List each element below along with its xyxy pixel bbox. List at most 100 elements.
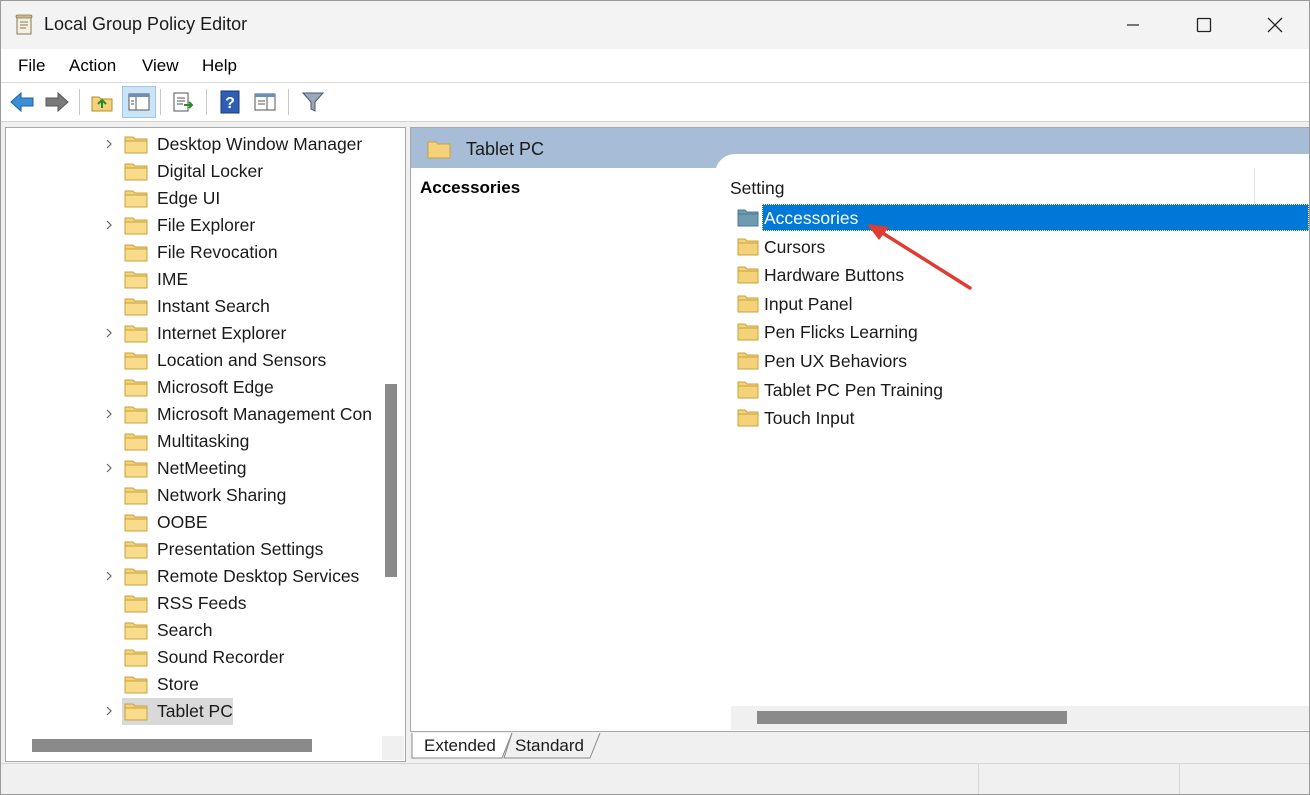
properties-button[interactable] xyxy=(252,89,278,115)
view-tabs: Extended Standard xyxy=(410,733,1308,759)
column-header-setting[interactable]: Setting xyxy=(730,178,784,199)
tree-item[interactable]: OOBE xyxy=(6,509,382,536)
tree-horizontal-scrollbar-thumb[interactable] xyxy=(32,739,312,752)
details-scrollbar-thumb[interactable] xyxy=(757,711,1067,724)
forward-icon xyxy=(45,91,69,113)
tree-item-label: Edge UI xyxy=(157,188,221,208)
tree-item[interactable]: Location and Sensors xyxy=(6,347,382,374)
folder-icon xyxy=(124,217,148,235)
folder-icon xyxy=(124,649,148,667)
folder-icon xyxy=(737,209,759,227)
setting-list-item[interactable]: Pen UX Behaviors xyxy=(735,347,1309,375)
tree-item[interactable]: Tablet PC xyxy=(6,698,382,725)
maximize-button[interactable] xyxy=(1169,1,1239,49)
tree-item[interactable]: Instant Search xyxy=(6,293,382,320)
folder-icon xyxy=(737,352,759,370)
tree-item[interactable]: IME xyxy=(6,266,382,293)
tree-item[interactable]: Store xyxy=(6,671,382,698)
folder-icon xyxy=(124,622,148,640)
show-hide-tree-button[interactable] xyxy=(122,86,156,118)
status-divider xyxy=(978,764,979,794)
folder-icon xyxy=(737,266,759,284)
tree-item-label: Network Sharing xyxy=(157,485,287,505)
setting-list-item[interactable]: Tablet PC Pen Training xyxy=(735,376,1309,404)
tree-item[interactable]: Microsoft Management Con xyxy=(6,401,382,428)
tree-item[interactable]: NetMeeting xyxy=(6,455,382,482)
setting-list-item[interactable]: Input Panel xyxy=(735,290,1309,318)
tree-item[interactable]: Remote Desktop Services xyxy=(6,563,382,590)
tree-item[interactable]: Search xyxy=(6,617,382,644)
tree-item[interactable]: Internet Explorer xyxy=(6,320,382,347)
chevron-right-icon[interactable] xyxy=(103,327,115,339)
tree-item-label: File Revocation xyxy=(157,242,278,262)
forward-button[interactable] xyxy=(44,89,70,115)
tree-item[interactable]: RSS Feeds xyxy=(6,590,382,617)
tree-item-label: OOBE xyxy=(157,512,208,532)
folder-icon xyxy=(124,433,148,451)
setting-list-item[interactable]: Hardware Buttons xyxy=(735,261,1309,289)
minimize-button[interactable] xyxy=(1098,1,1168,49)
close-button[interactable] xyxy=(1240,1,1309,49)
tree-item[interactable]: Multitasking xyxy=(6,428,382,455)
maximize-icon xyxy=(1196,17,1212,33)
tree-item[interactable]: Edge UI xyxy=(6,185,382,212)
toolbar-separator xyxy=(288,89,289,115)
tree-item-label: Search xyxy=(157,620,213,640)
up-folder-button[interactable] xyxy=(89,89,115,115)
menu-help[interactable]: Help xyxy=(202,56,237,76)
tree-item-label: Internet Explorer xyxy=(157,323,287,343)
tree-item-label: NetMeeting xyxy=(157,458,247,478)
tree-item[interactable]: Digital Locker xyxy=(6,158,382,185)
description-title: Accessories xyxy=(420,178,521,197)
filter-button[interactable] xyxy=(300,89,326,115)
tab-extended-label: Extended xyxy=(424,736,496,755)
back-button[interactable] xyxy=(9,89,35,115)
folder-icon xyxy=(124,595,148,613)
chevron-right-icon[interactable] xyxy=(103,219,115,231)
status-bar xyxy=(1,763,1309,794)
folder-icon xyxy=(124,244,148,262)
tree-scrollbar-thumb[interactable] xyxy=(385,384,397,577)
tree-item[interactable]: Presentation Settings xyxy=(6,536,382,563)
folder-icon xyxy=(124,190,148,208)
main-window: Local Group Policy Editor File Action Vi… xyxy=(0,0,1310,795)
tree-item[interactable]: Desktop Window Manager xyxy=(6,131,382,158)
folder-icon xyxy=(124,163,148,181)
tree-item-label: File Explorer xyxy=(157,215,256,235)
properties-icon xyxy=(254,93,276,111)
folder-icon xyxy=(124,460,148,478)
chevron-right-icon[interactable] xyxy=(103,705,115,717)
help-button[interactable]: ? xyxy=(217,89,243,115)
menu-action[interactable]: Action xyxy=(69,56,116,76)
tree-pane: Desktop Window Manager Digital Locker Edge… xyxy=(5,127,406,762)
tree-item[interactable]: Network Sharing xyxy=(6,482,382,509)
tree-item[interactable]: Sound Recorder xyxy=(6,644,382,671)
folder-icon xyxy=(737,238,759,256)
setting-list-item[interactable]: Cursors xyxy=(735,233,1309,261)
setting-list-item[interactable]: Accessories xyxy=(735,204,1309,232)
tree-item-label: Presentation Settings xyxy=(157,539,324,559)
tree-item[interactable]: Microsoft Edge xyxy=(6,374,382,401)
tree-item-label: IME xyxy=(157,269,189,289)
chevron-right-icon[interactable] xyxy=(103,138,115,150)
chevron-right-icon[interactable] xyxy=(103,462,115,474)
policy-editor-app-icon xyxy=(15,14,33,35)
setting-list-item[interactable]: Pen Flicks Learning xyxy=(735,318,1309,346)
column-divider[interactable] xyxy=(1254,168,1255,206)
setting-list-item-label: Accessories xyxy=(764,208,859,228)
export-list-button[interactable] xyxy=(170,89,196,115)
tree-item-label: Location and Sensors xyxy=(157,350,327,370)
export-list-icon xyxy=(173,92,194,112)
chevron-right-icon[interactable] xyxy=(103,570,115,582)
folder-icon xyxy=(427,141,451,159)
folder-icon xyxy=(124,406,148,424)
tree-item[interactable]: File Revocation xyxy=(6,239,382,266)
chevron-right-icon[interactable] xyxy=(103,408,115,420)
tree-item[interactable]: File Explorer xyxy=(6,212,382,239)
setting-list-item-label: Touch Input xyxy=(764,408,855,429)
setting-list-item[interactable]: Touch Input xyxy=(735,404,1309,432)
menu-view[interactable]: View xyxy=(142,56,179,76)
menu-file[interactable]: File xyxy=(18,56,45,76)
tree-item-label: Tablet PC xyxy=(157,701,233,721)
folder-icon xyxy=(124,352,148,370)
